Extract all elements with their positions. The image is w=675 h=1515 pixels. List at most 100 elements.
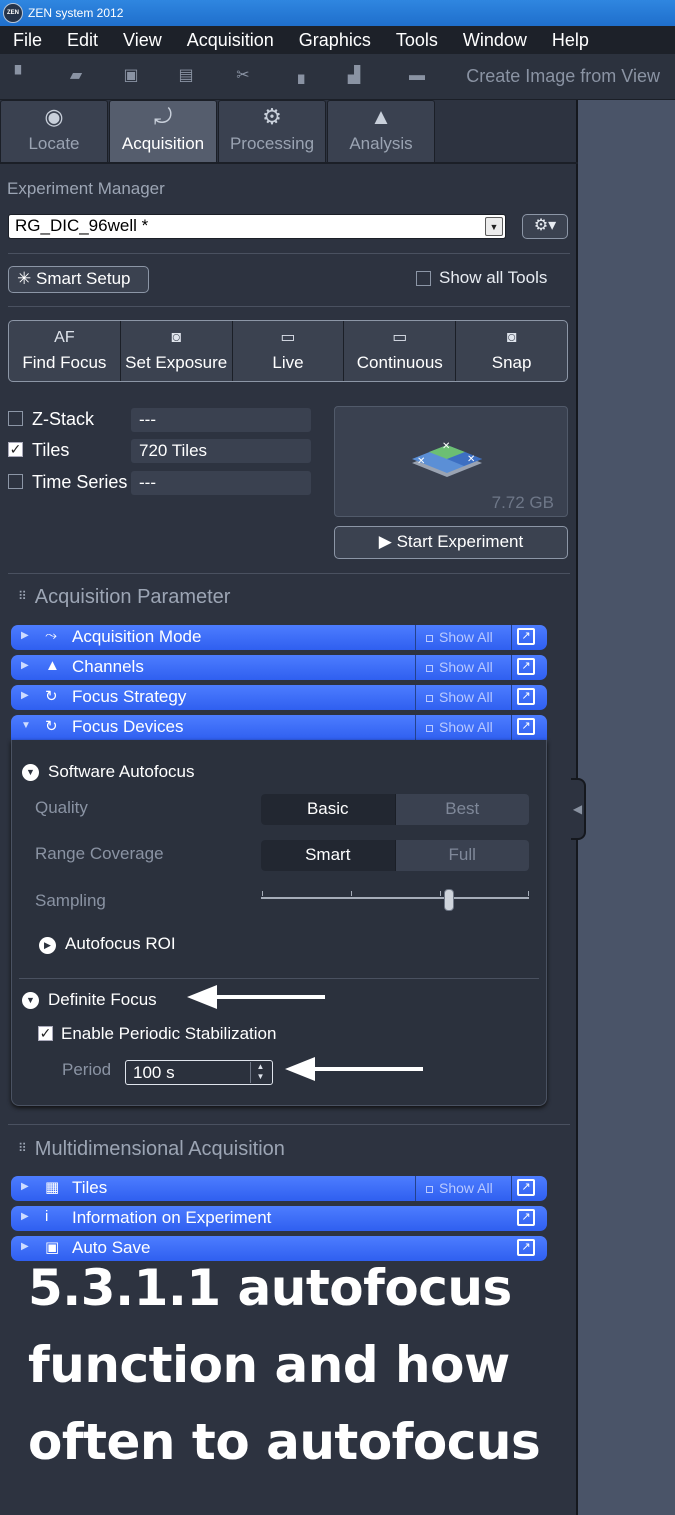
range-option-full[interactable]: Full bbox=[396, 840, 530, 871]
expand-circle-icon[interactable]: ▶ bbox=[39, 937, 56, 954]
expand-arrow-icon[interactable]: ▶ bbox=[21, 660, 29, 671]
tab-locate[interactable]: ◉ Locate bbox=[0, 100, 108, 163]
period-input[interactable]: 100 s ▲ ▼ bbox=[125, 1060, 273, 1085]
quality-option-basic[interactable]: Basic bbox=[261, 794, 396, 825]
sampling-slider-track[interactable] bbox=[261, 897, 529, 899]
expand-arrow-icon[interactable]: ▶ bbox=[21, 690, 29, 701]
ruler-icon[interactable]: ▬ bbox=[405, 67, 429, 85]
menu-edit[interactable]: Edit bbox=[54, 30, 110, 51]
show-all-toggle[interactable]: Show All bbox=[415, 625, 512, 650]
expand-arrow-icon[interactable]: ▶ bbox=[21, 1181, 29, 1192]
show-all-tools-checkbox[interactable] bbox=[416, 271, 431, 286]
svg-text:✕: ✕ bbox=[467, 454, 475, 465]
tab-acquisition[interactable]: ⤾ Acquisition bbox=[109, 100, 217, 163]
experiment-select[interactable]: RG_DIC_96well * ▼ bbox=[8, 214, 506, 239]
snap-button[interactable]: ◙ Snap bbox=[456, 321, 567, 381]
undock-icon[interactable]: ↗ bbox=[517, 628, 535, 645]
time-series-label: Time Series bbox=[32, 472, 128, 492]
tool-channels[interactable]: ▶ ▲ Channels Show All ↗ bbox=[11, 655, 547, 680]
paste-icon[interactable]: ▟ bbox=[345, 67, 363, 85]
quality-segmented-control: Basic Best bbox=[261, 794, 529, 825]
tool-name: Channels bbox=[72, 657, 144, 676]
tab-label: Acquisition bbox=[121, 134, 205, 153]
autofocus-roi-header[interactable]: Autofocus ROI bbox=[65, 934, 176, 954]
expand-arrow-icon[interactable]: ▶ bbox=[21, 630, 29, 641]
tool-acquisition-mode[interactable]: ▶ ⤳ Acquisition Mode Show All ↗ bbox=[11, 625, 547, 650]
divider bbox=[8, 1124, 570, 1125]
tool-tiles[interactable]: ▶ ▦ Tiles Show All ↗ bbox=[11, 1176, 547, 1201]
tiles-checkbox[interactable]: ✓ bbox=[8, 442, 23, 457]
menu-bar: File Edit View Acquisition Graphics Tool… bbox=[0, 26, 675, 54]
video-icon: ▭ bbox=[392, 329, 408, 346]
z-stack-checkbox[interactable] bbox=[8, 411, 23, 426]
tiles-icon: ▦ bbox=[45, 1179, 60, 1196]
button-label: Continuous bbox=[356, 353, 443, 372]
histogram-icon: ▲ bbox=[370, 104, 392, 129]
zen-logo-icon: ZEN bbox=[3, 3, 23, 23]
menu-graphics[interactable]: Graphics bbox=[286, 30, 383, 51]
tool-name: Focus Devices bbox=[72, 717, 184, 736]
expand-arrow-icon[interactable]: ▶ bbox=[21, 1211, 29, 1222]
undock-icon[interactable]: ↗ bbox=[517, 658, 535, 675]
tab-analysis[interactable]: ▲ Analysis bbox=[327, 100, 435, 163]
undock-icon[interactable]: ↗ bbox=[517, 688, 535, 705]
tool-focus-devices[interactable]: ▼ ↻ Focus Devices Show All ↗ bbox=[11, 715, 547, 740]
collapse-panel-handle[interactable]: ◀ bbox=[571, 778, 586, 840]
find-focus-button[interactable]: AF Find Focus bbox=[9, 321, 121, 381]
copy-icon[interactable]: ▗ bbox=[289, 67, 307, 85]
start-experiment-button[interactable]: ▶ Start Experiment bbox=[334, 526, 568, 559]
show-all-toggle[interactable]: Show All bbox=[415, 1176, 512, 1201]
quality-option-best[interactable]: Best bbox=[396, 794, 530, 825]
show-all-toggle[interactable]: Show All bbox=[415, 685, 512, 710]
sampling-slider-handle[interactable] bbox=[443, 889, 454, 911]
tool-information-on-experiment[interactable]: ▶ i Information on Experiment ↗ bbox=[11, 1206, 547, 1231]
collapse-circle-icon[interactable]: ▼ bbox=[22, 992, 39, 1009]
menu-file[interactable]: File bbox=[0, 30, 54, 51]
collapse-circle-icon[interactable]: ▼ bbox=[22, 764, 39, 781]
live-button[interactable]: ▭ Live bbox=[233, 321, 345, 381]
period-spinner[interactable]: ▲ ▼ bbox=[250, 1062, 270, 1083]
svg-text:✕: ✕ bbox=[417, 456, 425, 467]
section-title-text: Multidimensional Acquisition bbox=[34, 1138, 285, 1160]
menu-window[interactable]: Window bbox=[450, 30, 539, 51]
chevron-down-icon[interactable]: ▼ bbox=[485, 217, 503, 236]
set-exposure-button[interactable]: ◙ Set Exposure bbox=[121, 321, 233, 381]
save-icon[interactable]: ▣ bbox=[122, 67, 140, 85]
range-option-smart[interactable]: Smart bbox=[261, 840, 396, 871]
info-icon: i bbox=[45, 1208, 49, 1225]
open-folder-icon[interactable]: ▰ bbox=[67, 67, 85, 85]
menu-tools[interactable]: Tools bbox=[383, 30, 450, 51]
cut-icon[interactable]: ✂ bbox=[234, 67, 252, 85]
camera-icon: ◙ bbox=[506, 329, 517, 346]
continuous-button[interactable]: ▭ Continuous bbox=[344, 321, 457, 381]
create-image-from-view-button[interactable]: Create Image from View bbox=[466, 66, 660, 87]
menu-help[interactable]: Help bbox=[539, 30, 601, 51]
show-all-label: Show All bbox=[439, 689, 493, 705]
show-all-toggle[interactable]: Show All bbox=[415, 715, 512, 740]
time-series-value: --- bbox=[131, 471, 311, 495]
tool-focus-strategy[interactable]: ▶ ↻ Focus Strategy Show All ↗ bbox=[11, 685, 547, 710]
smart-setup-button[interactable]: ✳ Smart Setup bbox=[8, 266, 149, 293]
undock-icon[interactable]: ↗ bbox=[517, 1209, 535, 1226]
show-all-toggle[interactable]: Show All bbox=[415, 655, 512, 680]
definite-focus-header[interactable]: Definite Focus bbox=[48, 990, 157, 1010]
undock-icon[interactable]: ↗ bbox=[517, 718, 535, 735]
collapse-arrow-icon[interactable]: ▼ bbox=[21, 720, 31, 731]
experiment-preview: ✕ ✕ ✕ 7.72 GB bbox=[334, 406, 568, 517]
inspect-icon[interactable]: ▤ bbox=[177, 67, 195, 85]
software-autofocus-header[interactable]: Software Autofocus bbox=[48, 762, 194, 782]
new-file-icon[interactable]: ▘ bbox=[12, 67, 30, 85]
tab-processing[interactable]: ⚙ Processing bbox=[218, 100, 326, 163]
period-value: 100 s bbox=[133, 1063, 175, 1082]
menu-acquisition[interactable]: Acquisition bbox=[174, 30, 286, 51]
range-coverage-segmented-control: Smart Full bbox=[261, 840, 529, 871]
button-label: Set Exposure bbox=[125, 353, 228, 372]
undock-icon[interactable]: ↗ bbox=[517, 1179, 535, 1196]
focus-strategy-icon: ↻ bbox=[45, 688, 58, 705]
enable-periodic-stabilization-checkbox[interactable]: ✓ bbox=[38, 1026, 53, 1041]
experiment-options-button[interactable]: ⚙▾ bbox=[522, 214, 568, 239]
slide-caption: 5.3.1.1 autofocus function and how often… bbox=[28, 1259, 541, 1471]
time-series-checkbox[interactable] bbox=[8, 474, 23, 489]
menu-view[interactable]: View bbox=[110, 30, 174, 51]
show-all-label: Show All bbox=[439, 1180, 493, 1196]
